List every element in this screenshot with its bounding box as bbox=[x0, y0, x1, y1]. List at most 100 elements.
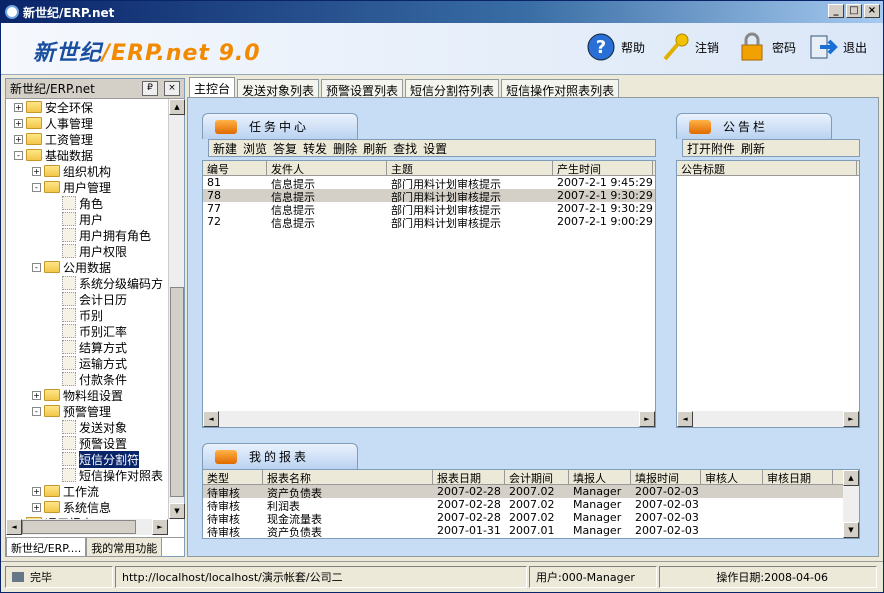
table-row[interactable]: 待审核 现金流量表 2007-02-28 2007.02 Manager 2007-02-… bbox=[203, 511, 843, 524]
tree-node[interactable]: - 用户管理 bbox=[6, 179, 168, 195]
column-header[interactable]: 填报人 bbox=[569, 470, 631, 484]
tree-node[interactable]: 短信操作对照表 bbox=[6, 467, 168, 483]
table-row[interactable]: 78 信息提示 部门用料计划审核提示 2007-2-1 9:30:29 bbox=[203, 189, 655, 202]
table-row[interactable]: 待审核 资产负债表 2007-01-31 2007.01 Manager 2007-02-… bbox=[203, 524, 843, 537]
pin-button[interactable]: ₽ bbox=[142, 81, 158, 96]
close-panel-button[interactable]: × bbox=[164, 81, 180, 96]
tree-node[interactable]: + 系统信息 bbox=[6, 499, 168, 515]
hscroll-thumb[interactable] bbox=[22, 520, 136, 534]
task-toolbar-button[interactable]: 答复 bbox=[273, 140, 297, 157]
tab-erp-tree[interactable]: 新世纪/ERP.... bbox=[6, 538, 87, 557]
task-toolbar-button[interactable]: 设置 bbox=[423, 140, 447, 157]
logout-button[interactable]: 注销 bbox=[659, 31, 719, 63]
tree-node[interactable]: 角色 bbox=[6, 195, 168, 211]
tree-node[interactable]: 运输方式 bbox=[6, 355, 168, 371]
scroll-down-arrow[interactable]: ▼ bbox=[843, 522, 859, 538]
scroll-up-arrow[interactable]: ▲ bbox=[169, 99, 185, 115]
tree-node[interactable]: + 安全环保 bbox=[6, 99, 168, 115]
column-header[interactable]: 审核日期 bbox=[763, 470, 833, 484]
column-header[interactable]: 公告标题 bbox=[677, 161, 857, 175]
tree-node[interactable]: 会计日历 bbox=[6, 291, 168, 307]
column-header[interactable]: 编号 bbox=[203, 161, 267, 175]
tree-node[interactable]: 预警设置 bbox=[6, 435, 168, 451]
report-vertical-scrollbar[interactable]: ▲ ▼ bbox=[843, 470, 859, 538]
tree-node[interactable]: + 组织机构 bbox=[6, 163, 168, 179]
task-toolbar-button[interactable]: 删除 bbox=[333, 140, 357, 157]
expand-icon[interactable]: + bbox=[32, 502, 41, 512]
task-horizontal-scrollbar[interactable]: ◄ ► bbox=[203, 411, 655, 427]
table-row[interactable]: 待审核 资产负债表 2007-02-28 2007.02 Manager 2007-02-… bbox=[203, 485, 843, 498]
table-row[interactable]: 77 信息提示 部门用料计划审核提示 2007-2-1 9:30:29 bbox=[203, 202, 655, 215]
minimize-button[interactable]: _ bbox=[828, 4, 844, 18]
expand-icon[interactable]: + bbox=[14, 102, 23, 112]
tab-send-targets[interactable]: 发送对象列表 bbox=[237, 79, 320, 98]
expand-icon[interactable]: + bbox=[32, 486, 41, 496]
scroll-thumb[interactable] bbox=[170, 287, 184, 497]
expand-icon[interactable]: + bbox=[14, 118, 23, 128]
column-header[interactable]: 会计期间 bbox=[505, 470, 569, 484]
expand-icon[interactable]: + bbox=[32, 390, 41, 400]
tree-node[interactable]: 用户权限 bbox=[6, 243, 168, 259]
tree-node[interactable]: 币别 bbox=[6, 307, 168, 323]
expand-icon[interactable]: + bbox=[32, 166, 41, 176]
tree-vertical-scrollbar[interactable]: ▲ ▼ bbox=[168, 99, 185, 519]
collapse-icon[interactable]: - bbox=[32, 182, 41, 192]
tree-node[interactable]: 用户拥有角色 bbox=[6, 227, 168, 243]
table-row[interactable]: 待审核 利润表 2007-02-28 2007.02 Manager 2007-02-03 bbox=[203, 498, 843, 511]
scroll-right-arrow[interactable]: ► bbox=[843, 411, 859, 427]
scroll-left-arrow[interactable]: ◄ bbox=[203, 411, 219, 427]
column-header[interactable]: 发件人 bbox=[267, 161, 387, 175]
column-header[interactable]: 报表日期 bbox=[433, 470, 505, 484]
tree-node[interactable]: + 物料组设置 bbox=[6, 387, 168, 403]
task-toolbar-button[interactable]: 浏览 bbox=[243, 140, 267, 157]
tab-sms-separators[interactable]: 短信分割符列表 bbox=[405, 79, 500, 98]
task-toolbar-button[interactable]: 查找 bbox=[393, 140, 417, 157]
tree-node[interactable]: + 工资管理 bbox=[6, 131, 168, 147]
column-header[interactable]: 主题 bbox=[387, 161, 553, 175]
notice-toolbar-button[interactable]: 打开附件 bbox=[687, 140, 735, 157]
password-button[interactable]: 密码 bbox=[736, 31, 796, 63]
tree-node[interactable]: 币别汇率 bbox=[6, 323, 168, 339]
tab-favorites[interactable]: 我的常用功能 bbox=[86, 538, 163, 557]
close-button[interactable]: × bbox=[864, 4, 880, 18]
column-header[interactable]: 审核人 bbox=[701, 470, 763, 484]
notice-toolbar-button[interactable]: 刷新 bbox=[741, 140, 765, 157]
scroll-up-arrow[interactable]: ▲ bbox=[843, 470, 859, 486]
scroll-right-arrow[interactable]: ► bbox=[152, 519, 168, 535]
maximize-button[interactable]: □ bbox=[846, 4, 862, 18]
tree-node[interactable]: 系统分级编码方 bbox=[6, 275, 168, 291]
exit-button[interactable]: 退出 bbox=[807, 31, 867, 63]
column-header[interactable]: 填报时间 bbox=[631, 470, 701, 484]
tree-node[interactable]: + 人事管理 bbox=[6, 115, 168, 131]
task-toolbar-button[interactable]: 新建 bbox=[213, 140, 237, 157]
scroll-down-arrow[interactable]: ▼ bbox=[169, 503, 185, 519]
tree-node[interactable]: 结算方式 bbox=[6, 339, 168, 355]
column-header[interactable]: 报表名称 bbox=[263, 470, 433, 484]
help-button[interactable]: ? 帮助 bbox=[585, 31, 645, 63]
expand-icon[interactable]: + bbox=[14, 134, 23, 144]
collapse-icon[interactable]: - bbox=[32, 262, 41, 272]
collapse-icon[interactable]: - bbox=[32, 406, 41, 416]
tab-alert-settings[interactable]: 预警设置列表 bbox=[321, 79, 404, 98]
tree-node[interactable]: - 基础数据 bbox=[6, 147, 168, 163]
notice-horizontal-scrollbar[interactable]: ◄ ► bbox=[677, 411, 859, 427]
tree-node[interactable]: 用户 bbox=[6, 211, 168, 227]
scroll-right-arrow[interactable]: ► bbox=[639, 411, 655, 427]
tab-sms-operation-map[interactable]: 短信操作对照表列表 bbox=[501, 79, 620, 98]
column-header[interactable]: 产生时间 bbox=[553, 161, 653, 175]
tree-node[interactable]: 付款条件 bbox=[6, 371, 168, 387]
table-row[interactable]: 81 信息提示 部门用料计划审核提示 2007-2-1 9:45:29 bbox=[203, 176, 655, 189]
task-toolbar-button[interactable]: 刷新 bbox=[363, 140, 387, 157]
tree-horizontal-scrollbar[interactable]: ◄ ► bbox=[6, 519, 168, 535]
tree-node[interactable]: - 公用数据 bbox=[6, 259, 168, 275]
tree-node[interactable]: 短信分割符 bbox=[6, 450, 168, 468]
table-row[interactable]: 72 信息提示 部门用料计划审核提示 2007-2-1 9:00:29 bbox=[203, 215, 655, 228]
tree-node[interactable]: + 工作流 bbox=[6, 483, 168, 499]
column-header[interactable]: 类型 bbox=[203, 470, 263, 484]
task-toolbar-button[interactable]: 转发 bbox=[303, 140, 327, 157]
tree-node[interactable]: 发送对象 bbox=[6, 419, 168, 435]
tree-node[interactable]: - 预警管理 bbox=[6, 403, 168, 419]
scroll-left-arrow[interactable]: ◄ bbox=[6, 519, 22, 535]
scroll-left-arrow[interactable]: ◄ bbox=[677, 411, 693, 427]
collapse-icon[interactable]: - bbox=[14, 150, 23, 160]
